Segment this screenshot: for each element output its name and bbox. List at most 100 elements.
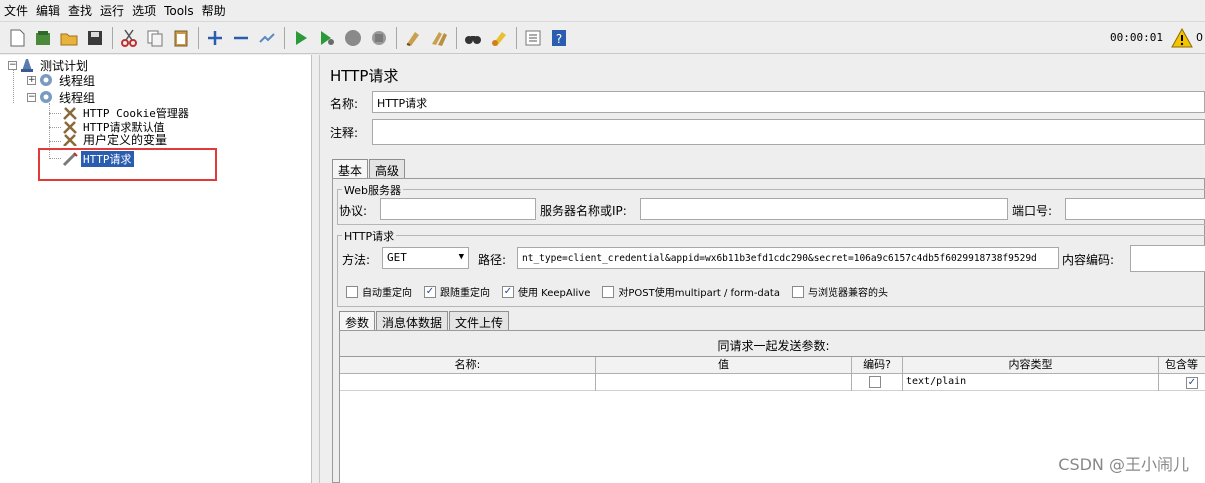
checkbox[interactable] <box>346 285 358 298</box>
warning-count: 0 <box>1196 31 1203 44</box>
warning-icon[interactable] <box>1171 27 1193 49</box>
include-equals-checkbox[interactable]: ✓ <box>1186 377 1198 389</box>
http-request-group-title: HTTP请求 <box>342 228 397 244</box>
options-checkbox-row: 自动重定向 ✓ 跟随重定向 ✓ 使用 KeepAlive 对POST使用multip… <box>346 284 900 299</box>
sub-tabs: 参数 消息体数据 文件上传 <box>339 311 510 330</box>
tab-basic[interactable]: 基本 <box>332 159 369 178</box>
tree-line <box>49 141 61 142</box>
checkbox[interactable]: ✓ <box>424 285 436 298</box>
expand-toggle[interactable]: + <box>27 75 36 85</box>
checkbox[interactable] <box>602 285 615 298</box>
watermark-text: CSDN @王小闹儿 <box>1058 455 1189 474</box>
stop-icon[interactable] <box>342 27 364 49</box>
toggle-icon[interactable] <box>256 27 278 49</box>
open-icon[interactable] <box>58 27 80 49</box>
copy-icon[interactable] <box>144 27 166 49</box>
elapsed-timer: 00:00:01 <box>1110 31 1163 44</box>
browser-compatible-headers-checkbox[interactable]: 与浏览器兼容的头 <box>791 284 888 299</box>
gear-icon <box>40 91 52 103</box>
toolbar-separator <box>396 26 397 49</box>
menu-run[interactable]: 运行 <box>100 2 124 19</box>
tree-item-thread-group-1[interactable]: + 线程组 <box>27 72 97 88</box>
protocol-label: 协议: <box>339 204 368 218</box>
gear-icon <box>40 74 52 86</box>
port-field[interactable] <box>1065 198 1205 220</box>
start-icon[interactable] <box>290 27 312 49</box>
cell-content-type[interactable]: text/plain <box>903 374 1159 391</box>
cell-encode[interactable] <box>852 374 903 391</box>
paste-icon[interactable] <box>170 27 192 49</box>
cell-value[interactable] <box>596 374 852 391</box>
toolbar-separator <box>456 26 457 49</box>
wrench-icon <box>63 133 77 146</box>
shutdown-icon[interactable] <box>368 27 390 49</box>
menu-help[interactable]: 帮助 <box>202 2 226 19</box>
column-header-include-equals[interactable]: 包含等 <box>1159 357 1205 374</box>
cell-name[interactable] <box>340 374 596 391</box>
tree-item-thread-group-2[interactable]: − 线程组 <box>27 89 97 105</box>
encode-checkbox[interactable] <box>869 376 881 388</box>
split-pane-divider[interactable] <box>312 55 320 483</box>
basic-tab-pane: Web服务器 协议: 服务器名称或IP: 端口号: HTTP请求 方法: GET… <box>332 178 1205 483</box>
column-header-content-type[interactable]: 内容类型 <box>903 357 1159 374</box>
selection-highlight-box <box>38 148 217 181</box>
encoding-field[interactable] <box>1130 245 1205 272</box>
comment-label: 注释: <box>330 126 359 140</box>
column-header-encode[interactable]: 编码? <box>852 357 903 374</box>
auto-redirect-checkbox[interactable]: 自动重定向 <box>346 284 412 299</box>
name-label: 名称: <box>330 97 359 111</box>
clear-all-icon[interactable] <box>428 27 450 49</box>
multipart-checkbox[interactable]: 对POST使用multipart / form-data <box>602 284 780 299</box>
tree-line <box>49 127 61 128</box>
tab-body-data[interactable]: 消息体数据 <box>376 311 449 330</box>
table-row[interactable]: text/plain ✓ <box>340 374 1205 391</box>
collapse-toggle[interactable]: − <box>8 60 17 70</box>
comment-field[interactable] <box>372 119 1205 145</box>
protocol-field[interactable] <box>380 198 536 220</box>
help-icon[interactable]: ? <box>548 27 570 49</box>
reset-search-icon[interactable] <box>488 27 510 49</box>
cut-icon[interactable] <box>118 27 140 49</box>
function-helper-icon[interactable] <box>522 27 544 49</box>
toolbar-separator <box>284 26 285 49</box>
params-caption: 同请求一起发送参数: <box>717 339 830 353</box>
toolbar-separator <box>198 26 199 49</box>
method-label: 方法: <box>342 253 371 267</box>
collapse-icon[interactable] <box>230 27 252 49</box>
templates-icon[interactable] <box>32 27 54 49</box>
keepalive-checkbox[interactable]: ✓ 使用 KeepAlive <box>502 284 590 299</box>
search-icon[interactable] <box>462 27 484 49</box>
path-label: 路径: <box>478 253 507 267</box>
expand-icon[interactable] <box>204 27 226 49</box>
chevron-down-icon: ▼ <box>458 252 464 262</box>
menu-tools[interactable]: Tools <box>164 4 194 18</box>
menu-edit[interactable]: 编辑 <box>36 2 60 19</box>
checkbox[interactable] <box>791 285 804 298</box>
web-server-group: Web服务器 协议: 服务器名称或IP: 端口号: <box>337 182 1205 225</box>
menu-search[interactable]: 查找 <box>68 2 92 19</box>
main-tabs: 基本 高级 <box>332 159 406 178</box>
tree-item-user-variables[interactable]: 用户定义的变量 <box>62 133 169 146</box>
checkbox[interactable]: ✓ <box>502 285 514 298</box>
server-field[interactable] <box>640 198 1008 220</box>
start-no-pause-icon[interactable] <box>316 27 338 49</box>
clear-icon[interactable] <box>402 27 424 49</box>
tab-advanced[interactable]: 高级 <box>369 159 406 178</box>
cell-include-equals[interactable]: ✓ <box>1159 374 1205 391</box>
name-field[interactable]: HTTP请求 <box>372 91 1205 113</box>
menu-options[interactable]: 选项 <box>132 2 156 19</box>
menu-file[interactable]: 文件 <box>4 2 28 19</box>
method-select[interactable]: GET ▼ <box>382 247 469 269</box>
save-icon[interactable] <box>84 27 106 49</box>
column-header-value[interactable]: 值 <box>596 357 852 374</box>
column-header-name[interactable]: 名称: <box>340 357 596 374</box>
new-icon[interactable] <box>6 27 28 49</box>
tab-file-upload[interactable]: 文件上传 <box>449 311 510 330</box>
tab-parameters[interactable]: 参数 <box>339 311 376 330</box>
collapse-toggle[interactable]: − <box>27 92 36 102</box>
path-field[interactable]: nt_type=client_credential&appid=wx6b11b3… <box>517 247 1059 269</box>
encoding-label: 内容编码: <box>1062 253 1115 267</box>
toolbar-separator <box>516 26 517 49</box>
follow-redirect-checkbox[interactable]: ✓ 跟随重定向 <box>424 284 490 299</box>
http-request-group: HTTP请求 方法: GET ▼ 路径: nt_type=client_cred… <box>337 228 1205 307</box>
